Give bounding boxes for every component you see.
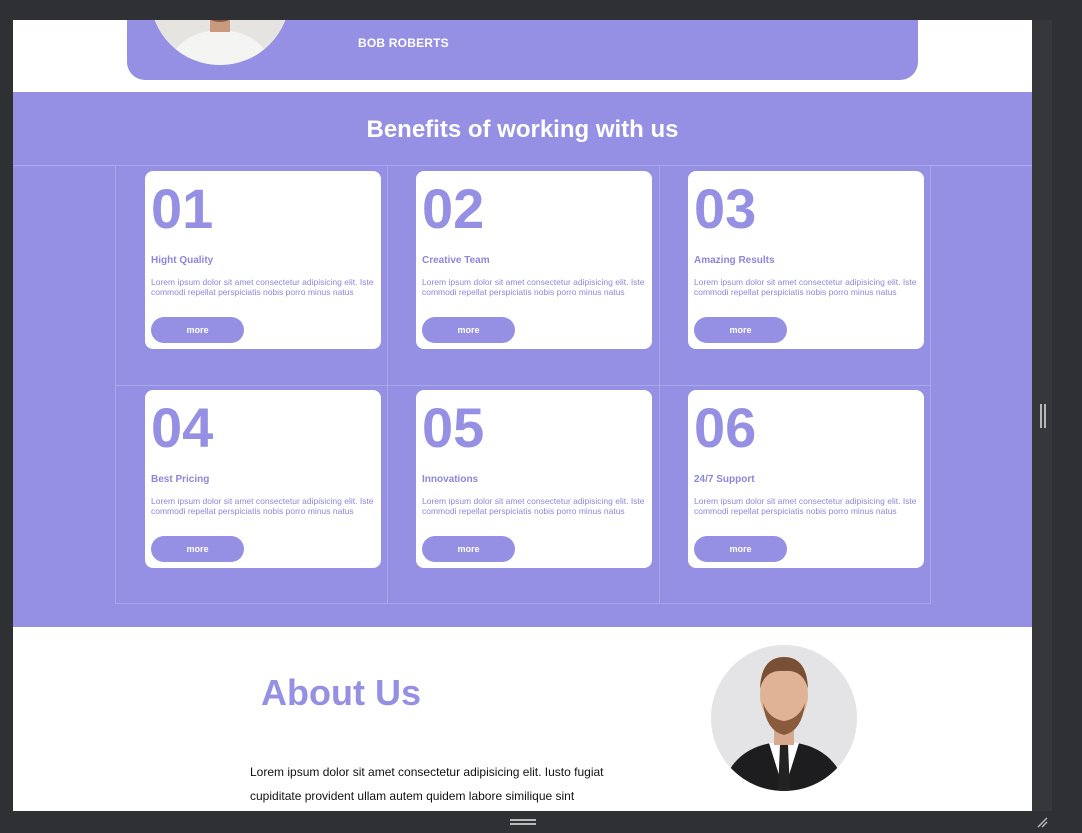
card-number: 02 xyxy=(422,177,485,240)
about-text: Lorem ipsum dolor sit amet consectetur a… xyxy=(250,765,604,803)
testimonial-banner: BOB ROBERTS xyxy=(127,20,918,80)
card-text: Lorem ipsum dolor sit amet consectetur a… xyxy=(151,277,374,297)
benefit-card: 01 Hight Quality Lorem ipsum dolor sit a… xyxy=(145,171,381,349)
benefit-card: 02 Creative Team Lorem ipsum dolor sit a… xyxy=(416,171,652,349)
page-viewport: BOB ROBERTS Benefits of working with us … xyxy=(13,20,1032,811)
card-text: Lorem ipsum dolor sit amet consectetur a… xyxy=(694,496,917,516)
card-text: Lorem ipsum dolor sit amet consectetur a… xyxy=(422,277,645,297)
about-avatar xyxy=(711,645,857,791)
resize-handle-horizontal[interactable] xyxy=(510,819,536,825)
more-button[interactable]: more xyxy=(422,317,515,343)
card-title: Innovations xyxy=(422,474,479,485)
more-button[interactable]: more xyxy=(694,317,787,343)
benefit-card: 03 Amazing Results Lorem ipsum dolor sit… xyxy=(688,171,924,349)
benefit-card: 05 Innovations Lorem ipsum dolor sit ame… xyxy=(416,390,652,568)
resize-corner-icon[interactable] xyxy=(1036,815,1048,828)
card-text: Lorem ipsum dolor sit amet consectetur a… xyxy=(694,277,917,297)
card-number: 04 xyxy=(151,396,214,459)
card-title: Best Pricing xyxy=(151,474,210,485)
resize-handle-vertical[interactable] xyxy=(1040,404,1046,428)
card-number: 03 xyxy=(694,177,757,240)
more-button[interactable]: more xyxy=(151,317,244,343)
benefits-heading: Benefits of working with us xyxy=(366,116,679,143)
benefits-section: Benefits of working with us 01 Hight Qua… xyxy=(13,92,1032,627)
card-text: Lorem ipsum dolor sit amet consectetur a… xyxy=(422,496,645,516)
more-button[interactable]: more xyxy=(694,536,787,562)
testimonial-name: BOB ROBERTS xyxy=(358,36,449,50)
more-button[interactable]: more xyxy=(422,536,515,562)
card-number: 01 xyxy=(151,177,214,240)
card-title: Creative Team xyxy=(422,255,490,266)
divider xyxy=(116,385,930,386)
card-title: 24/7 Support xyxy=(694,474,755,485)
about-title: About Us xyxy=(261,672,421,713)
card-title: Hight Quality xyxy=(151,255,214,266)
benefit-card: 06 24/7 Support Lorem ipsum dolor sit am… xyxy=(688,390,924,568)
card-title: Amazing Results xyxy=(694,255,775,266)
card-number: 06 xyxy=(694,396,757,459)
testimonial-avatar xyxy=(150,20,290,65)
card-number: 05 xyxy=(422,396,485,459)
card-text: Lorem ipsum dolor sit amet consectetur a… xyxy=(151,496,374,516)
more-button[interactable]: more xyxy=(151,536,244,562)
benefit-card: 04 Best Pricing Lorem ipsum dolor sit am… xyxy=(145,390,381,568)
